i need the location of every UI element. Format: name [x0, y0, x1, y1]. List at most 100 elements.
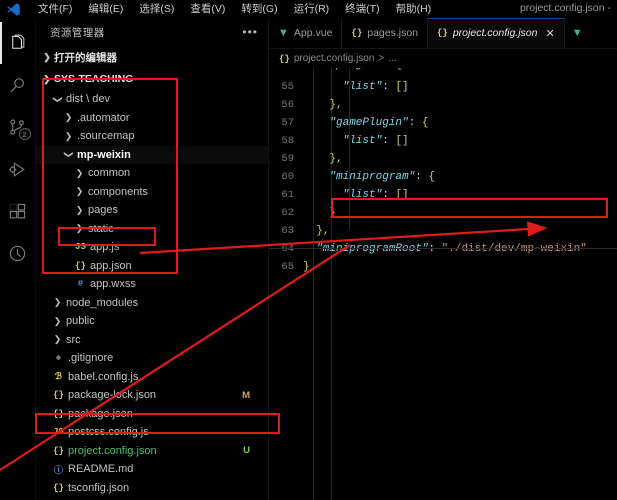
- code-line-text: "plugin": {: [303, 68, 402, 71]
- editor-group: ▼ App.vue {} pages.json {} project.confi…: [269, 18, 617, 500]
- tree-file-app-js[interactable]: JS app.js: [36, 238, 268, 257]
- code-area[interactable]: 54 "plugin": {55 "list": []56 },57 "game…: [269, 68, 617, 500]
- code-line[interactable]: 61 "list": []: [269, 186, 617, 204]
- file-tree[interactable]: ❯ dist \ dev ❯ .automator ❯ .sourcemap ❯ mp-wei…: [36, 90, 268, 497]
- menu-selection[interactable]: 选择(S): [131, 0, 182, 18]
- tree-file-package-lock-json[interactable]: {} package-lock.json M: [36, 386, 268, 405]
- menu-help[interactable]: 帮助(H): [388, 0, 440, 18]
- tree-folder-static[interactable]: ❯ static: [36, 220, 268, 239]
- breadcrumb-file[interactable]: project.config.json: [294, 53, 375, 64]
- code-line[interactable]: 59 },: [269, 150, 617, 168]
- editor-tab-pages-json[interactable]: {} pages.json: [342, 18, 429, 48]
- activity-item-timeline[interactable]: [0, 232, 36, 274]
- editor-tab-bar[interactable]: ▼ App.vue {} pages.json {} project.confi…: [269, 18, 617, 49]
- tree-folder-sourcemap[interactable]: ❯ .sourcemap: [36, 127, 268, 146]
- code-line-text: },: [329, 99, 343, 111]
- tree-file-project-config-json[interactable]: {} project.config.json U: [36, 442, 268, 461]
- tree-folder-automator[interactable]: ❯ .automator: [36, 109, 268, 128]
- code-line-text: }: [329, 207, 337, 219]
- code-line[interactable]: 56 },: [269, 96, 617, 114]
- tree-item-label: package.json: [68, 407, 133, 420]
- editor-tab-project-config-json[interactable]: {} project.config.json ✕: [428, 18, 565, 48]
- chevron-right-icon[interactable]: ❯: [62, 112, 75, 123]
- tree-file-readme-md[interactable]: ⓘ README.md: [36, 460, 268, 479]
- code-line[interactable]: 62 }: [269, 204, 617, 222]
- menu-view[interactable]: 查看(V): [182, 0, 233, 18]
- chevron-right-icon[interactable]: ❯: [51, 316, 64, 327]
- tree-item-label: .automator: [77, 111, 130, 124]
- menu-run[interactable]: 运行(R): [286, 0, 338, 18]
- menu-file[interactable]: 文件(F): [30, 0, 80, 18]
- menu-bar[interactable]: 文件(F) 编辑(E) 选择(S) 查看(V) 转到(G) 运行(R) 终端(T…: [30, 0, 439, 18]
- line-number: 56: [281, 99, 294, 111]
- explorer-title-bar: 资源管理器 •••: [36, 18, 268, 46]
- code-line[interactable]: 55 "list": []: [269, 78, 617, 96]
- tree-folder-dist-dev[interactable]: ❯ dist \ dev: [36, 90, 268, 109]
- tree-file-babel-config-js[interactable]: ℬbabel.config.js: [36, 368, 268, 387]
- chevron-down-icon: ❯: [43, 73, 51, 84]
- chevron-right-icon[interactable]: ❯: [62, 131, 75, 142]
- tree-folder-mp-weixin[interactable]: ❯ mp-weixin: [36, 145, 268, 164]
- json-file-icon: {}: [351, 28, 363, 38]
- tree-file-app-wxss[interactable]: # app.wxss: [36, 275, 268, 294]
- json-file-icon: {}: [53, 482, 64, 493]
- explorer-sidebar: 资源管理器 ••• ❯ 打开的编辑器 ❯ SYS-TEACHING ❯ dist …: [36, 18, 269, 500]
- run-debug-icon: [8, 160, 27, 179]
- activity-item-run-and-debug[interactable]: [0, 148, 36, 190]
- section-open-editors[interactable]: ❯ 打开的编辑器: [36, 46, 268, 68]
- json-file-icon: {}: [437, 28, 448, 38]
- section-project-root[interactable]: ❯ SYS-TEACHING: [36, 68, 268, 90]
- chevron-down-icon[interactable]: ❯: [63, 148, 74, 161]
- editor-tab-app-vue[interactable]: ▼ App.vue: [269, 18, 343, 48]
- chevron-right-icon[interactable]: ❯: [73, 223, 86, 234]
- extensions-icon: [8, 202, 27, 221]
- tree-file-app-json[interactable]: {} app.json: [36, 257, 268, 276]
- tree-item-label: src: [66, 333, 81, 346]
- tree-file-package-json[interactable]: {} package.json: [36, 405, 268, 424]
- tree-folder-public[interactable]: ❯ public: [36, 312, 268, 331]
- tree-file-postcss-config-js[interactable]: JS postcss.config.js: [36, 423, 268, 442]
- tree-folder-src[interactable]: ❯ src: [36, 331, 268, 350]
- close-icon[interactable]: ✕: [545, 27, 554, 40]
- breadcrumb-rest[interactable]: ...: [388, 53, 396, 64]
- chevron-right-icon[interactable]: ❯: [73, 186, 86, 197]
- explorer-more-actions-icon[interactable]: •••: [242, 25, 258, 39]
- code-line-text: "list": []: [342, 135, 409, 147]
- activity-item-extensions[interactable]: [0, 190, 36, 232]
- code-line[interactable]: 57 "gamePlugin": {: [269, 114, 617, 132]
- code-line-text: },: [316, 225, 330, 237]
- menu-edit[interactable]: 编辑(E): [80, 0, 131, 18]
- menu-terminal[interactable]: 终端(T): [337, 0, 387, 18]
- chevron-right-icon[interactable]: ❯: [51, 297, 64, 308]
- chevron-right-icon[interactable]: ❯: [73, 168, 86, 179]
- chevron-right-icon[interactable]: ❯: [73, 205, 86, 216]
- chevron-down-icon[interactable]: ❯: [52, 93, 63, 106]
- breadcrumb[interactable]: {} project.config.json > ...: [269, 49, 617, 68]
- line-number: 57: [281, 117, 294, 129]
- chevron-right-icon[interactable]: ❯: [51, 334, 64, 345]
- editor-tab-partial[interactable]: ▼: [564, 18, 590, 48]
- tree-folder-common[interactable]: ❯ common: [36, 164, 268, 183]
- code-line[interactable]: 60 "miniprogram": {: [269, 168, 617, 186]
- code-line[interactable]: 64 "miniprogramRoot": "./dist/dev/mp-wei…: [269, 240, 617, 258]
- code-line[interactable]: 65}: [269, 258, 617, 276]
- activity-item-search[interactable]: [0, 64, 36, 106]
- tree-folder-node-modules[interactable]: ❯ node_modules: [36, 294, 268, 313]
- vue-file-icon: ▼: [278, 27, 289, 39]
- code-line-text: "miniprogramRoot": "./dist/dev/mp-weixin…: [316, 243, 587, 255]
- line-number: 55: [281, 81, 294, 93]
- tree-folder-components[interactable]: ❯ components: [36, 183, 268, 202]
- menu-go[interactable]: 转到(G): [233, 0, 285, 18]
- tree-file-tsconfig-json[interactable]: {} tsconfig.json: [36, 479, 268, 498]
- tree-item-label: mp-weixin: [77, 148, 131, 161]
- activity-bar[interactable]: 2: [0, 18, 36, 500]
- code-line[interactable]: 63 },: [269, 222, 617, 240]
- activity-item-source-control[interactable]: 2: [0, 106, 36, 148]
- code-line[interactable]: 54 "plugin": {: [269, 68, 617, 78]
- vscode-logo-icon: [0, 0, 26, 18]
- git-status-badge: M: [242, 389, 250, 401]
- code-line[interactable]: 58 "list": []: [269, 132, 617, 150]
- tree-folder-pages[interactable]: ❯ pages: [36, 201, 268, 220]
- tree-file-gitignore[interactable]: ◆ .gitignore: [36, 349, 268, 368]
- activity-item-explorer[interactable]: [0, 22, 36, 64]
